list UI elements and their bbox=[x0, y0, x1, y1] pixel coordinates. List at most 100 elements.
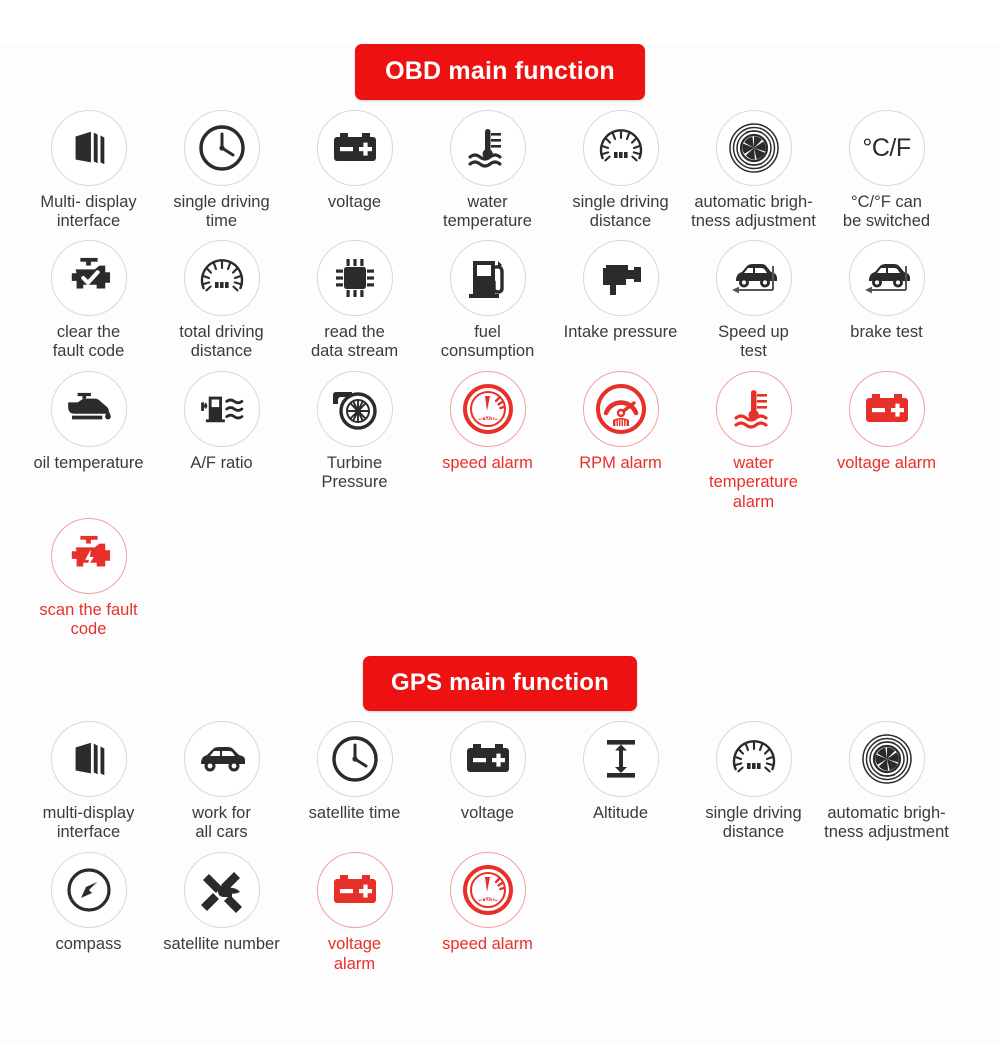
feature-item-single-driving-distance-gps[interactable]: single driving distance bbox=[687, 720, 820, 843]
feature-item-voltage[interactable]: voltage bbox=[288, 110, 421, 212]
feature-item-intake-pressure[interactable]: Intake pressure bbox=[554, 239, 687, 342]
feature-item-rpm-alarm[interactable]: RPM alarm bbox=[554, 371, 687, 473]
icon-circle bbox=[449, 239, 526, 316]
icon-circle bbox=[715, 110, 792, 186]
feature-item-speed-up-test[interactable]: Speed up test bbox=[687, 239, 820, 362]
icon-circle: °C/F bbox=[848, 110, 925, 186]
feature-label: oil temperature bbox=[33, 454, 144, 473]
icon-circle bbox=[848, 371, 925, 448]
feature-item-total-driving-distance[interactable]: total driving distance bbox=[155, 239, 288, 362]
feature-item-automatic-brightness-adjustment[interactable]: automatic brigh- tness adjustment bbox=[687, 110, 820, 232]
celsius-fahrenheit-icon: °C/F bbox=[862, 134, 911, 163]
feature-item-work-for-all-cars[interactable]: work for all cars bbox=[155, 720, 288, 843]
obd-main-function-badge: OBD main function bbox=[355, 44, 645, 100]
speedometer-alarm-icon: KM/H bbox=[461, 863, 515, 917]
feature-item-oil-temperature[interactable]: oil temperature bbox=[22, 371, 155, 473]
icon-circle bbox=[316, 110, 393, 186]
icon-circle bbox=[582, 239, 659, 316]
feature-label: automatic brigh- tness adjustment bbox=[691, 193, 816, 231]
feature-label: RPM alarm bbox=[579, 454, 662, 473]
icon-circle bbox=[715, 371, 792, 448]
feature-label: fuel consumption bbox=[440, 322, 535, 360]
feature-label: speed alarm bbox=[442, 935, 533, 954]
feature-item-multi-display-interface-gps[interactable]: multi-display interface bbox=[22, 720, 155, 843]
gps-feature-grid: multi-display interface work for all car… bbox=[22, 720, 982, 974]
feature-label: clear the fault code bbox=[52, 322, 125, 360]
battery-alarm-icon bbox=[330, 871, 380, 909]
feature-label: work for all cars bbox=[192, 803, 251, 841]
feature-item-multi-display-interface[interactable]: Multi- display interface bbox=[22, 110, 155, 232]
oil-can-icon bbox=[64, 391, 114, 427]
car-accelerate-icon bbox=[728, 257, 780, 299]
engine-check-ok-icon bbox=[64, 256, 114, 300]
odometer-gauge-icon bbox=[729, 734, 779, 784]
obd-feature-row: clear the fault code total driving dista… bbox=[22, 239, 982, 362]
clock-icon bbox=[197, 123, 247, 173]
feature-item-automatic-brightness-adjustment-gps[interactable]: automatic brigh- tness adjustment bbox=[820, 720, 953, 843]
icon-circle bbox=[50, 110, 127, 186]
feature-label: single driving time bbox=[173, 193, 270, 231]
icon-circle bbox=[715, 239, 792, 316]
icon-circle bbox=[848, 720, 925, 797]
feature-label: voltage bbox=[460, 803, 515, 822]
icon-circle bbox=[848, 239, 925, 316]
rpm-gauge-alarm-icon bbox=[594, 382, 648, 436]
feature-label: single driving distance bbox=[705, 803, 802, 841]
feature-item-brake-test[interactable]: brake test bbox=[820, 239, 953, 342]
feature-item-satellite-time[interactable]: satellite time bbox=[288, 720, 421, 823]
feature-item-single-driving-time[interactable]: single driving time bbox=[155, 110, 288, 232]
icon-circle bbox=[582, 371, 659, 448]
battery-icon bbox=[330, 129, 380, 167]
feature-item-af-ratio[interactable]: A/F ratio bbox=[155, 371, 288, 473]
feature-label: compass bbox=[55, 935, 122, 954]
feature-item-clear-the-fault-code[interactable]: clear the fault code bbox=[22, 239, 155, 362]
feature-label: voltage alarm bbox=[836, 454, 937, 473]
icon-circle: KM/H bbox=[449, 852, 526, 929]
compass-icon bbox=[64, 865, 114, 915]
feature-item-voltage-alarm-gps[interactable]: voltage alarm bbox=[288, 852, 421, 974]
feature-item-celsius-fahrenheit-switch[interactable]: °C/F °C/°F can be switched bbox=[820, 110, 953, 232]
feature-item-read-the-data-stream[interactable]: read the data stream bbox=[288, 239, 421, 362]
feature-label: brake test bbox=[850, 322, 923, 341]
feature-label: water temperature alarm bbox=[709, 454, 798, 511]
feature-label: voltage bbox=[327, 193, 382, 211]
gps-feature-row: compass satellite number voltage alarm K… bbox=[22, 852, 982, 974]
multi-display-panels-icon bbox=[66, 125, 112, 171]
feature-item-single-driving-distance[interactable]: single driving distance bbox=[554, 110, 687, 232]
water-thermometer-icon bbox=[464, 125, 512, 171]
feature-label: speed alarm bbox=[442, 454, 533, 473]
feature-label: Speed up test bbox=[718, 322, 789, 360]
altitude-arrow-icon bbox=[599, 736, 643, 782]
clock-icon bbox=[330, 734, 380, 784]
feature-label: water temperature bbox=[443, 193, 532, 231]
feature-item-water-temperature-alarm[interactable]: water temperature alarm bbox=[687, 371, 820, 512]
feature-item-speed-alarm[interactable]: KM/H speed alarm bbox=[421, 371, 554, 473]
feature-label: read the data stream bbox=[310, 322, 399, 360]
icon-circle bbox=[183, 720, 260, 797]
feature-item-satellite-number[interactable]: satellite number bbox=[155, 852, 288, 954]
feature-item-speed-alarm-gps[interactable]: KM/H speed alarm bbox=[421, 852, 554, 954]
feature-item-altitude[interactable]: Altitude bbox=[554, 720, 687, 823]
engine-fault-scan-icon bbox=[64, 534, 114, 578]
feature-item-fuel-consumption[interactable]: fuel consumption bbox=[421, 239, 554, 362]
feature-label: single driving distance bbox=[572, 193, 669, 231]
multi-display-panels-icon bbox=[66, 736, 112, 782]
odometer-gauge-icon bbox=[596, 123, 646, 173]
battery-icon bbox=[463, 740, 513, 778]
feature-item-turbine-pressure[interactable]: Turbine Pressure bbox=[288, 371, 421, 493]
icon-circle bbox=[50, 720, 127, 797]
feature-label: Multi- display interface bbox=[40, 193, 137, 231]
feature-item-voltage-gps[interactable]: voltage bbox=[421, 720, 554, 823]
icon-circle bbox=[183, 852, 260, 929]
obd-section-header: OBD main function bbox=[0, 44, 1000, 100]
feature-label: scan the fault code bbox=[39, 601, 138, 639]
feature-item-voltage-alarm[interactable]: voltage alarm bbox=[820, 371, 953, 473]
icon-circle bbox=[50, 518, 127, 595]
feature-item-scan-the-fault-code[interactable]: scan the fault code bbox=[22, 518, 155, 640]
feature-item-water-temperature[interactable]: water temperature bbox=[421, 110, 554, 232]
aperture-brightness-icon bbox=[861, 733, 913, 785]
icon-circle bbox=[582, 720, 659, 797]
obd-feature-row: oil temperature A/F ratio Turbine Pressu… bbox=[22, 371, 982, 512]
car-brake-icon bbox=[861, 257, 913, 299]
feature-item-compass[interactable]: compass bbox=[22, 852, 155, 954]
